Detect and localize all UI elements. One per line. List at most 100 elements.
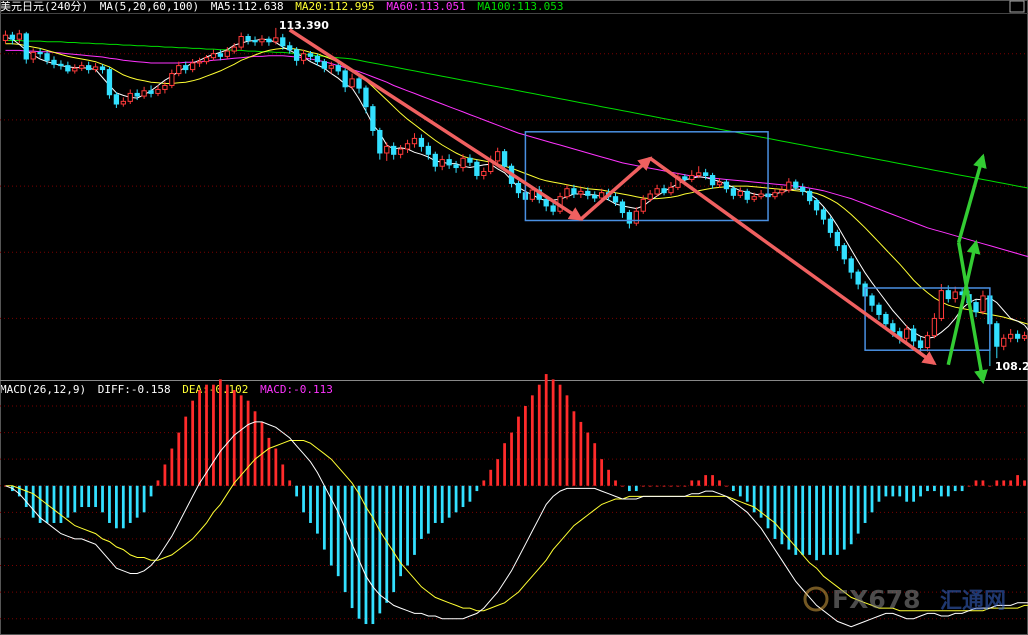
macd-histogram-bar xyxy=(281,464,285,486)
candle-body xyxy=(647,193,653,200)
candle xyxy=(210,49,217,61)
candle-body xyxy=(99,66,106,71)
candle xyxy=(467,154,473,167)
candle-body xyxy=(245,36,251,41)
candle-body xyxy=(120,100,126,105)
candle-body xyxy=(349,78,355,88)
candle xyxy=(758,190,764,200)
candle xyxy=(723,179,730,193)
candle-body xyxy=(938,290,944,319)
candle xyxy=(113,92,120,108)
candle-body xyxy=(287,45,293,51)
macd-histogram-bar xyxy=(960,485,964,492)
candle xyxy=(931,313,938,339)
candle xyxy=(439,155,445,171)
candle xyxy=(300,49,307,65)
macd-histogram-bar xyxy=(468,485,472,502)
candle-body xyxy=(252,39,258,43)
candle-body xyxy=(446,159,452,166)
candle xyxy=(481,167,487,180)
candle-body xyxy=(869,295,875,306)
macd-histogram-bar xyxy=(170,448,174,486)
candle-body xyxy=(86,65,92,71)
candle xyxy=(716,178,723,188)
macd-histogram-bar xyxy=(454,485,458,513)
candle xyxy=(86,61,92,74)
candle-body xyxy=(189,62,196,71)
candle xyxy=(37,48,43,58)
macd-histogram-bar xyxy=(218,379,222,486)
candle-body xyxy=(293,49,300,61)
candle xyxy=(1001,334,1007,351)
candle xyxy=(800,183,806,196)
candle xyxy=(626,209,633,229)
downtrend-arrow-1 xyxy=(288,28,584,221)
candle-body xyxy=(696,172,702,176)
candle-body xyxy=(973,302,979,313)
candle-body xyxy=(238,36,244,48)
candle-body xyxy=(79,65,85,69)
candle-body xyxy=(217,53,224,57)
candle xyxy=(418,134,425,152)
candle xyxy=(238,32,244,50)
macd-histogram-bar xyxy=(496,459,500,486)
macd-histogram-bar xyxy=(905,485,909,502)
candle-body xyxy=(876,304,882,315)
candle-body xyxy=(44,53,50,61)
macd-histogram-bar xyxy=(745,485,749,502)
macd-histogram-bar xyxy=(815,485,818,561)
candle-body xyxy=(619,201,626,214)
candle-body xyxy=(418,137,425,147)
candle-body xyxy=(370,106,376,131)
candle-body xyxy=(377,129,383,154)
candle xyxy=(176,61,182,77)
macd-histogram-bar xyxy=(967,485,971,487)
candle-body xyxy=(737,190,743,196)
macd-histogram-bar xyxy=(31,485,35,518)
candle-body xyxy=(314,55,321,63)
candle-body xyxy=(578,190,584,195)
candle-body xyxy=(37,51,43,55)
macd-histogram-bar xyxy=(295,485,299,497)
macd-histogram-bar xyxy=(627,485,631,492)
panel-toggle-icon xyxy=(1009,0,1025,13)
candle-body xyxy=(952,291,958,300)
candle-body xyxy=(280,37,286,47)
candle xyxy=(793,179,799,191)
candle-body xyxy=(203,57,210,63)
candle xyxy=(737,187,743,198)
candle-body xyxy=(571,188,577,195)
candle xyxy=(58,60,64,70)
candle-body xyxy=(453,164,459,169)
macd-histogram-bar xyxy=(648,485,652,487)
candle-body xyxy=(786,181,792,191)
candle-body xyxy=(550,205,556,212)
candle-body xyxy=(224,50,230,57)
candle xyxy=(432,151,438,172)
candle xyxy=(349,73,355,90)
candle xyxy=(259,35,265,46)
candle-body xyxy=(328,65,334,69)
candle xyxy=(938,284,944,322)
candle-body xyxy=(384,145,390,154)
macd-histogram-bar xyxy=(440,485,444,523)
macd-histogram-bar xyxy=(128,485,132,523)
macd-histogram-bar xyxy=(863,485,867,523)
macd-histogram-bar xyxy=(690,480,694,486)
candle-body xyxy=(716,181,723,186)
macd-histogram-bar xyxy=(683,485,687,487)
macd-histogram-bar xyxy=(52,485,56,523)
candle-body xyxy=(342,70,348,88)
candle-body xyxy=(148,90,154,94)
candle xyxy=(813,197,820,216)
macd-histogram-bar xyxy=(322,485,326,550)
candle xyxy=(2,30,9,44)
candle-body xyxy=(106,69,113,96)
watermark-subtext: 汇通网 xyxy=(940,589,1006,614)
candle-body xyxy=(467,157,473,163)
macd-histogram-bar xyxy=(73,485,77,513)
candle xyxy=(994,321,1000,359)
macd-histogram-bar xyxy=(614,480,617,486)
macd-histogram-bar xyxy=(309,485,312,523)
macd-histogram-bar xyxy=(142,485,146,513)
